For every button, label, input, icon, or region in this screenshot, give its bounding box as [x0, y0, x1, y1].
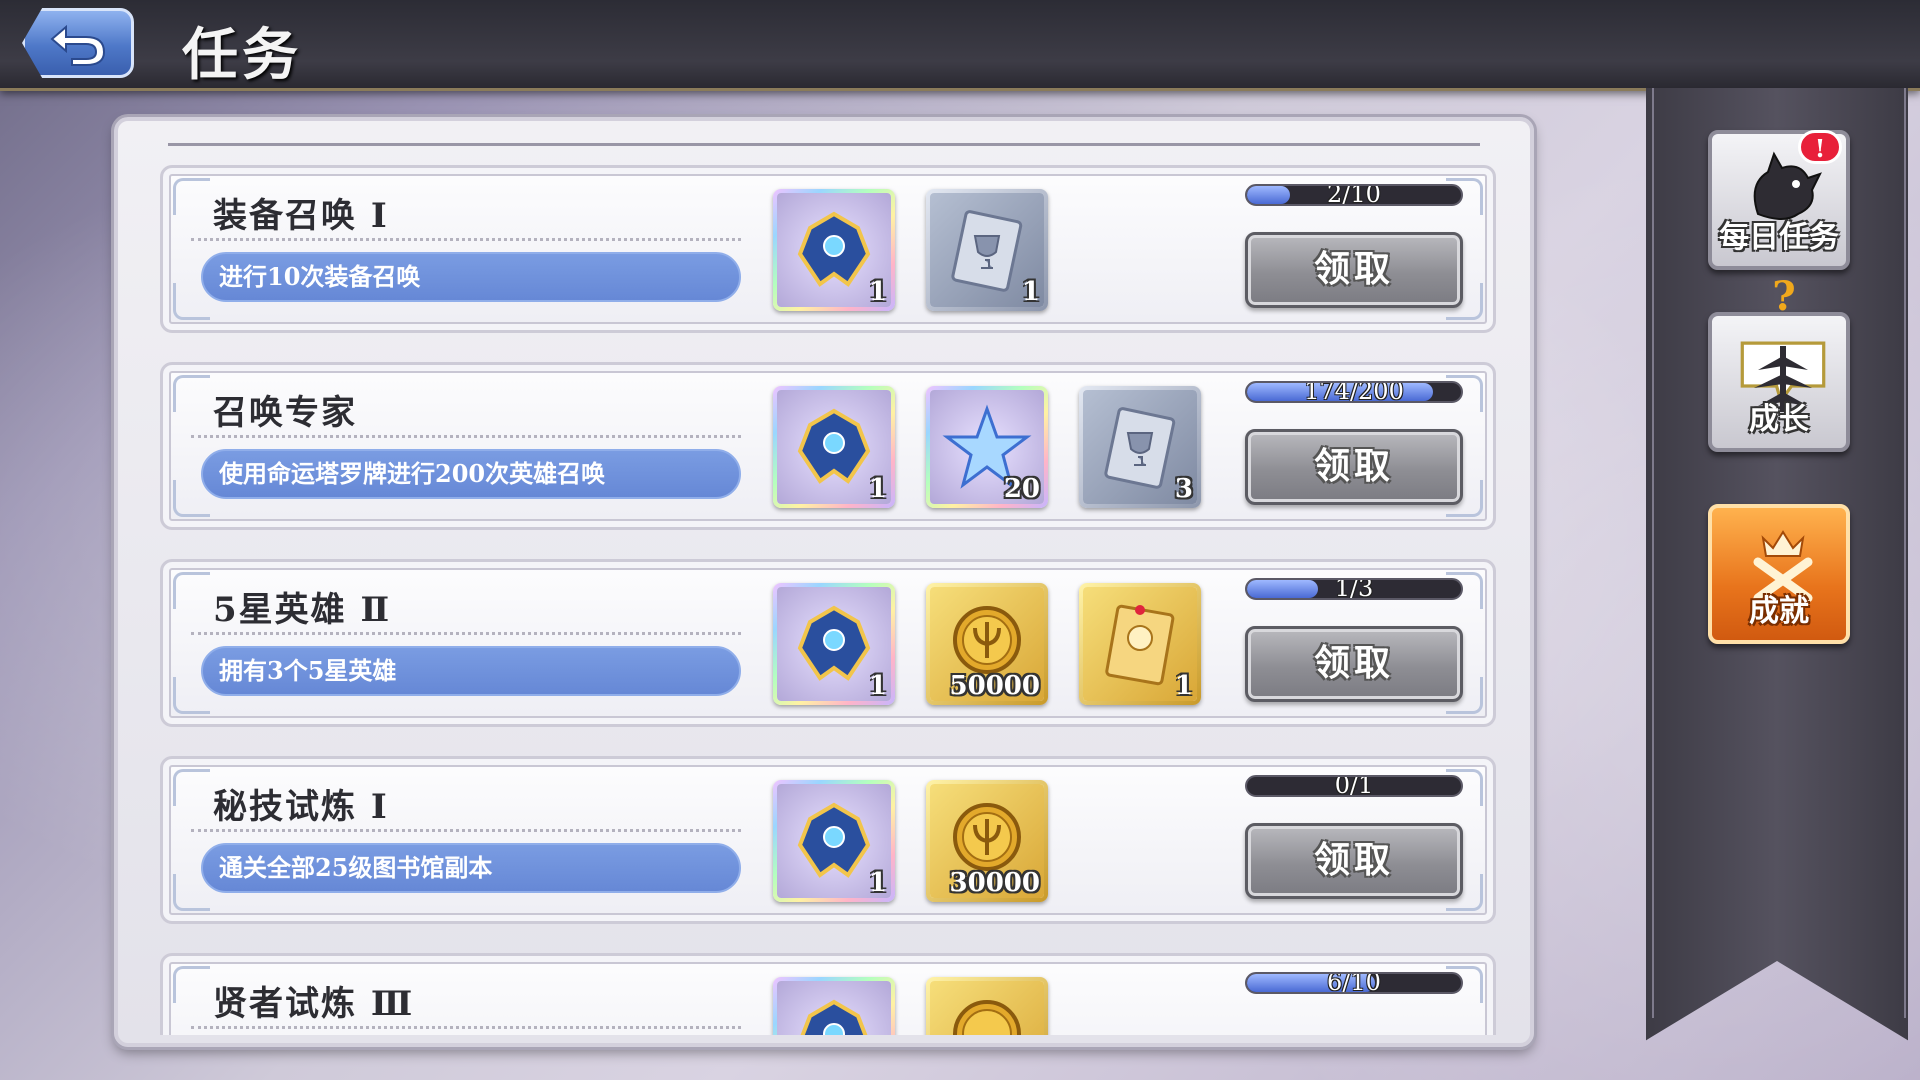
- reward-slot[interactable]: 1: [773, 189, 895, 311]
- progress-bar: 2/10: [1245, 184, 1463, 206]
- question-badge: ?: [1772, 273, 1796, 320]
- quest-card: 贤者试炼 Ⅲ 6/10: [160, 953, 1496, 1035]
- progress-text: 0/1: [1334, 775, 1374, 797]
- divider: [191, 435, 741, 438]
- divider: [191, 829, 741, 832]
- divider: [191, 632, 741, 635]
- progress-text: 1/3: [1334, 578, 1374, 600]
- silver-trophy-card-icon: [1104, 407, 1176, 489]
- tab-achievements[interactable]: 成就: [1708, 504, 1850, 644]
- back-button[interactable]: [22, 8, 134, 78]
- notification-badge: !: [1798, 130, 1842, 164]
- reward-quantity: 1: [1174, 671, 1193, 701]
- reward-slot[interactable]: 30000: [926, 780, 1048, 902]
- progress-text: 2/10: [1327, 184, 1381, 206]
- quest-title: 召唤专家: [213, 393, 357, 433]
- claim-button[interactable]: 领取: [1245, 429, 1463, 505]
- reward-quantity: 30000: [949, 868, 1040, 898]
- reward-quantity: 20: [1003, 474, 1040, 504]
- reward-slot[interactable]: 1: [926, 189, 1048, 311]
- quest-card: 5星英雄 Ⅱ 拥有3个5星英雄 1 50000 1 1/3 领取: [160, 559, 1496, 727]
- claim-button[interactable]: 领取: [1245, 823, 1463, 899]
- tab-label: 成就: [1749, 594, 1809, 629]
- reward-quantity: 3: [1174, 474, 1193, 504]
- progress-text: 174/200: [1304, 381, 1404, 403]
- reward-slot[interactable]: [773, 977, 895, 1035]
- reward-slot[interactable]: 1: [1079, 583, 1201, 705]
- progress-bar: 0/1: [1245, 775, 1463, 797]
- rainbow-helmet-icon: [797, 408, 871, 484]
- tab-growth[interactable]: ? 成长: [1708, 274, 1850, 452]
- gold-hero-card-icon: [1105, 604, 1175, 686]
- top-bar: 任务: [0, 0, 1920, 91]
- quest-description: 拥有3个5星英雄: [201, 646, 741, 696]
- quest-description: 进行10次装备召唤: [201, 252, 741, 302]
- tab-label: 每日任务: [1719, 220, 1839, 255]
- reward-quantity: 1: [868, 671, 887, 701]
- quest-list[interactable]: 装备召唤 Ⅰ 进行10次装备召唤 1 1 2/10 领取 召唤专家 使用命运塔罗…: [160, 165, 1500, 1035]
- claim-button[interactable]: 领取: [1245, 232, 1463, 308]
- quest-card: 召唤专家 使用命运塔罗牌进行200次英雄召唤 1 20 3 174/200 领取: [160, 362, 1496, 530]
- reward-quantity: 1: [868, 868, 887, 898]
- gold-coin-icon: [953, 1000, 1021, 1035]
- progress-text: 6/10: [1327, 972, 1381, 994]
- quest-description: 使用命运塔罗牌进行200次英雄召唤: [201, 449, 741, 499]
- reward-slot[interactable]: 50000: [926, 583, 1048, 705]
- quest-title: 装备召唤 Ⅰ: [213, 196, 389, 236]
- reward-quantity: 1: [868, 277, 887, 307]
- rainbow-helmet-icon: [797, 605, 871, 681]
- rainbow-helmet-icon: [800, 999, 868, 1035]
- page-title: 任务: [182, 22, 302, 88]
- quest-title: 秘技试炼 Ⅰ: [213, 787, 389, 827]
- quest-card: 秘技试炼 Ⅰ 通关全部25级图书馆副本 1 30000 0/1 领取: [160, 756, 1496, 924]
- reward-slot[interactable]: 1: [773, 386, 895, 508]
- progress-bar: 6/10: [1245, 972, 1463, 994]
- rainbow-helmet-icon: [797, 802, 871, 878]
- reward-slot[interactable]: 20: [926, 386, 1048, 508]
- divider: [191, 238, 741, 241]
- tab-label: 成长: [1749, 402, 1809, 437]
- reward-slot[interactable]: 1: [773, 583, 895, 705]
- quest-title: 贤者试炼 Ⅲ: [213, 984, 415, 1024]
- rainbow-helmet-icon: [797, 211, 871, 287]
- silver-trophy-card-icon: [951, 210, 1023, 292]
- progress-bar: 174/200: [1245, 381, 1463, 403]
- progress-bar: 1/3: [1245, 578, 1463, 600]
- back-arrow-icon: [50, 24, 106, 66]
- panel-divider: [168, 143, 1480, 146]
- quest-panel: 装备召唤 Ⅰ 进行10次装备召唤 1 1 2/10 领取 召唤专家 使用命运塔罗…: [114, 117, 1534, 1047]
- reward-slot[interactable]: 1: [773, 780, 895, 902]
- reward-quantity: 1: [868, 474, 887, 504]
- quest-description: 通关全部25级图书馆副本: [201, 843, 741, 893]
- divider: [191, 1026, 741, 1029]
- reward-quantity: 50000: [949, 671, 1040, 701]
- tab-daily-quests[interactable]: ! 每日任务: [1708, 130, 1850, 270]
- reward-quantity: 1: [1021, 277, 1040, 307]
- reward-slot[interactable]: 3: [1079, 386, 1201, 508]
- reward-slot[interactable]: [926, 977, 1048, 1035]
- quest-card: 装备召唤 Ⅰ 进行10次装备召唤 1 1 2/10 领取: [160, 165, 1496, 333]
- claim-button[interactable]: 领取: [1245, 626, 1463, 702]
- quest-title: 5星英雄 Ⅱ: [213, 590, 392, 630]
